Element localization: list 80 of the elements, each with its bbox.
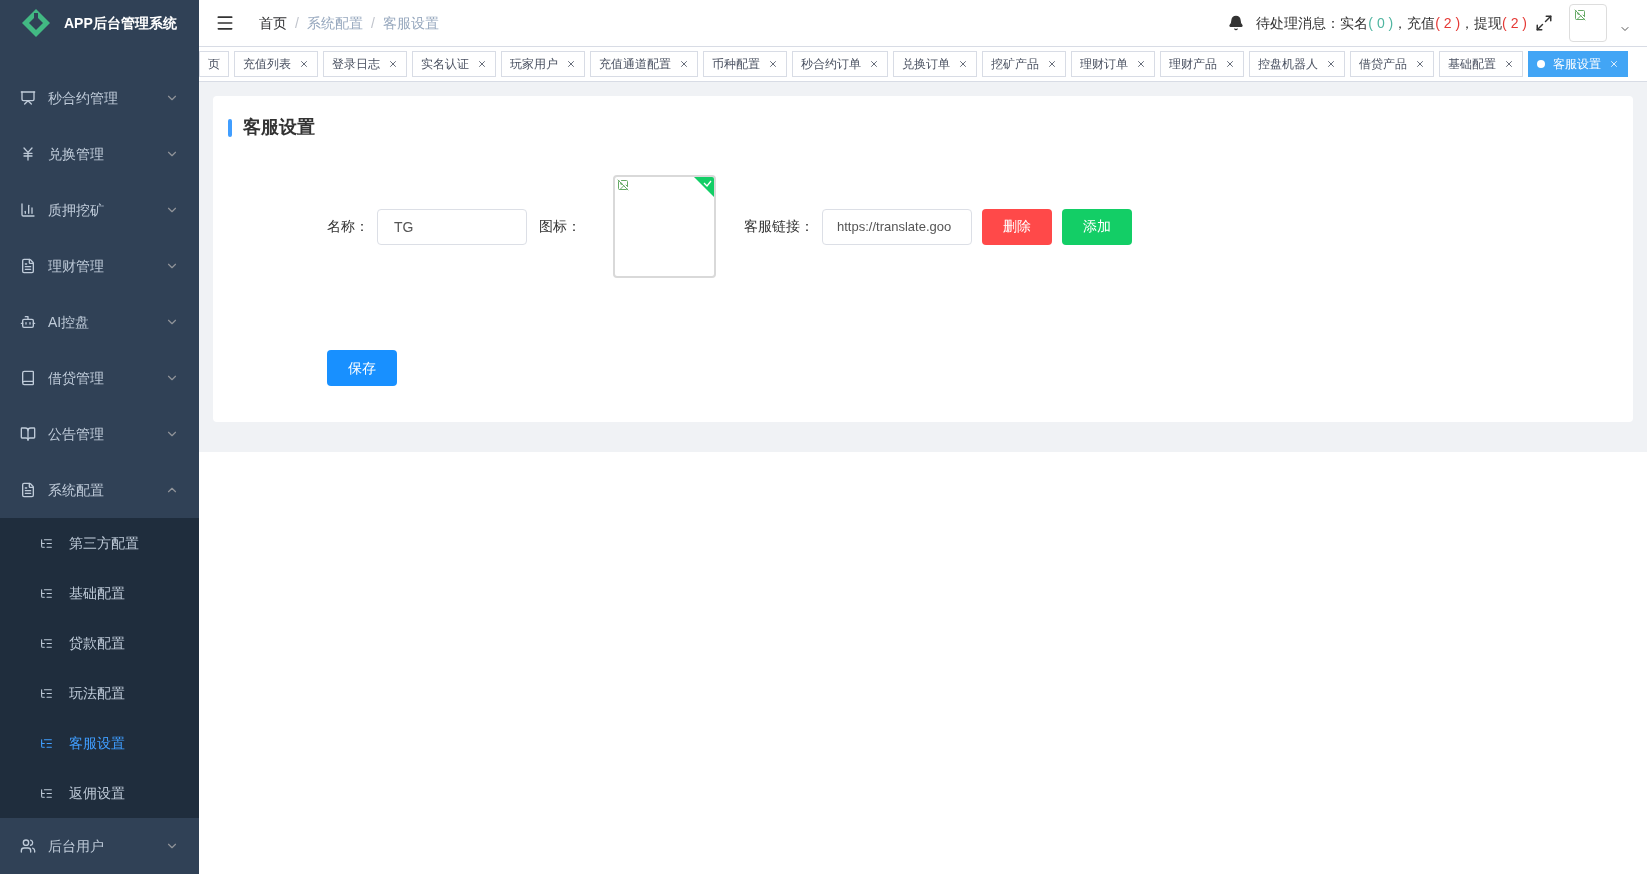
close-icon[interactable]	[958, 59, 968, 69]
broken-image-icon	[1574, 9, 1586, 21]
close-icon[interactable]	[1415, 59, 1425, 69]
menu-icon	[20, 90, 36, 106]
menu-icon	[20, 146, 36, 162]
field-label: 图标：	[539, 217, 581, 236]
tree-icon	[40, 736, 53, 750]
close-icon[interactable]	[1136, 59, 1146, 69]
close-icon[interactable]	[1504, 59, 1514, 69]
success-icon	[694, 177, 714, 197]
submenu-item[interactable]: 客服设置	[0, 718, 199, 768]
tab[interactable]: 充值通道配置	[590, 51, 698, 77]
breadcrumb-item: 系统配置	[306, 13, 363, 33]
close-icon[interactable]	[477, 59, 487, 69]
breadcrumb-item: 客服设置	[382, 13, 439, 33]
menu-icon	[20, 482, 36, 498]
menu-icon	[20, 426, 36, 442]
notice-item[interactable]: 提现	[1474, 12, 1503, 34]
tab[interactable]: 充值列表	[234, 51, 318, 77]
tab[interactable]: 登录日志	[323, 51, 407, 77]
notice-label: 待处理消息：	[1256, 13, 1341, 33]
notice-count: ( 0 )	[1368, 13, 1394, 33]
breadcrumb-separator: /	[370, 13, 375, 33]
tab[interactable]: 借贷产品	[1350, 51, 1434, 77]
notice-item[interactable]: 充值	[1407, 12, 1436, 34]
menu-icon	[20, 314, 36, 330]
separator: ，	[1460, 13, 1475, 33]
close-icon[interactable]	[869, 59, 879, 69]
tab[interactable]: 基础配置	[1439, 51, 1523, 77]
close-icon[interactable]	[679, 59, 689, 69]
app-title: APP后台管理系统	[64, 13, 177, 33]
title-bar	[228, 118, 232, 137]
close-icon[interactable]	[299, 59, 309, 69]
tree-icon	[40, 586, 53, 600]
broken-image-icon	[617, 179, 629, 191]
close-icon[interactable]	[1326, 59, 1336, 69]
avatar[interactable]	[1569, 4, 1607, 42]
tree-icon	[40, 786, 53, 800]
submenu-item[interactable]: 基础配置	[0, 568, 199, 618]
name-field[interactable]: TG	[377, 208, 527, 245]
menu-icon	[20, 202, 36, 218]
submenu-item[interactable]: 返佣设置	[0, 768, 199, 818]
field-label: 客服链接：	[744, 217, 814, 236]
tree-icon	[40, 686, 53, 700]
notice-item[interactable]: 实名	[1340, 12, 1369, 34]
tab[interactable]: 页	[199, 51, 229, 77]
tree-icon	[40, 636, 53, 650]
logo-icon	[20, 7, 52, 39]
menu-icon	[20, 370, 36, 386]
link-field[interactable]: https://translate.goo	[822, 208, 972, 245]
fullscreen-icon[interactable]	[1535, 14, 1553, 32]
tab[interactable]: 理财订单	[1071, 51, 1155, 77]
tab[interactable]: 实名认证	[412, 51, 496, 77]
submenu-item[interactable]: 贷款配置	[0, 618, 199, 668]
menu-icon	[20, 838, 36, 854]
card-title: 客服设置	[243, 116, 315, 139]
tab[interactable]: 秒合约订单	[792, 51, 888, 77]
close-icon[interactable]	[768, 59, 778, 69]
tab[interactable]: 兑换订单	[893, 51, 977, 77]
tab[interactable]: 理财产品	[1160, 51, 1244, 77]
close-icon[interactable]	[388, 59, 398, 69]
notice-count: ( 2 )	[1502, 13, 1527, 33]
tab[interactable]: 玩家用户	[501, 51, 585, 77]
breadcrumb-separator: /	[295, 13, 299, 33]
close-icon[interactable]	[1225, 59, 1235, 69]
menu-icon[interactable]	[215, 13, 235, 33]
submenu-item[interactable]: 第三方配置	[0, 518, 199, 568]
notice-count: ( 2 )	[1435, 13, 1461, 33]
close-icon[interactable]	[1047, 59, 1057, 69]
tree-icon	[40, 536, 53, 550]
separator: ，	[1393, 13, 1408, 33]
tab[interactable]: 挖矿产品	[982, 51, 1066, 77]
field-label: 名称：	[327, 217, 369, 236]
close-icon[interactable]	[566, 59, 576, 69]
tab[interactable]: 控盘机器人	[1249, 51, 1345, 77]
bell-icon[interactable]	[1228, 15, 1245, 31]
menu-icon	[20, 258, 36, 274]
tab[interactable]: 币种配置	[703, 51, 787, 77]
submenu-item[interactable]: 玩法配置	[0, 668, 199, 718]
breadcrumb-item[interactable]: 首页	[259, 12, 287, 34]
